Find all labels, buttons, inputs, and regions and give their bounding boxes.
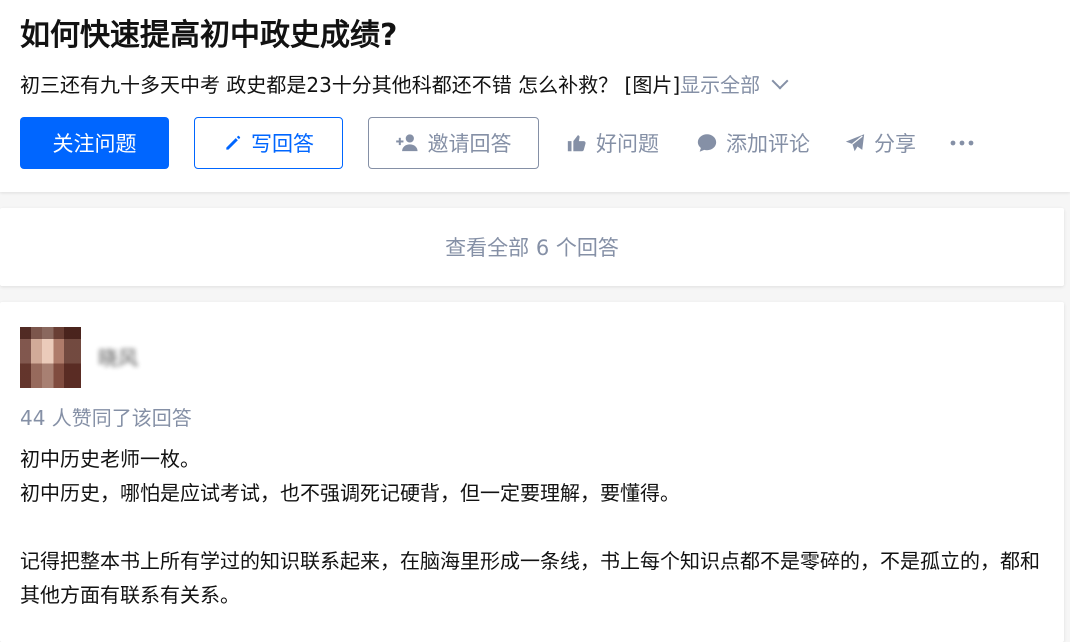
author-name[interactable]: 晓风 — [98, 342, 138, 371]
invite-answer-label: 邀请回答 — [427, 132, 512, 156]
share-label: 分享 — [874, 132, 916, 156]
add-user-icon — [395, 134, 418, 152]
more-dots — [950, 140, 974, 146]
answer-content: 初中历史老师一枚。 初中历史，哪怕是应试考试，也不强调死记硬背，但一定要理解，要… — [20, 442, 1050, 612]
answer-paragraph: 初中历史，哪怕是应试考试，也不强调死记硬背，但一定要理解，要懂得。 — [20, 481, 680, 505]
comment-bubble-icon — [697, 134, 717, 152]
avatar[interactable] — [20, 327, 81, 388]
share-button[interactable]: 分享 — [844, 117, 916, 169]
invite-answer-button[interactable]: 邀请回答 — [368, 117, 539, 169]
view-all-label: 查看全部 6 个回答 — [445, 236, 619, 260]
thumbs-up-icon — [567, 135, 586, 152]
write-answer-label: 写回答 — [251, 132, 314, 156]
question-detail: 初三还有九十多天中考 政史都是23十分其他科都还不错 怎么补救？ [图片]显示全… — [20, 69, 789, 101]
good-question-label: 好问题 — [596, 132, 659, 156]
show-all-link[interactable]: 显示全部 — [680, 73, 760, 97]
good-question-button[interactable]: 好问题 — [566, 117, 659, 169]
pencil-icon — [226, 135, 241, 150]
answer-card: 晓风 44 人赞同了该回答 初中历史老师一枚。 初中历史，哪怕是应试考试，也不强… — [0, 302, 1064, 642]
vote-count: 44 人赞同了该回答 — [20, 406, 192, 430]
question-title: 如何快速提高初中政史成绩? — [20, 18, 398, 53]
answer-paragraph: 初中历史老师一枚。 — [20, 447, 200, 471]
chevron-down-icon[interactable] — [771, 72, 789, 90]
follow-question-label: 关注问题 — [52, 132, 137, 156]
answer-paragraph: 记得把整本书上所有学过的知识联系起来，在脑海里形成一条线，书上每个知识点都不是零… — [20, 549, 1040, 607]
more-icon[interactable] — [950, 117, 982, 169]
write-answer-button[interactable]: 写回答 — [194, 117, 343, 169]
add-comment-button[interactable]: 添加评论 — [696, 117, 810, 169]
paper-plane-icon — [845, 134, 865, 152]
question-detail-text: 初三还有九十多天中考 政史都是23十分其他科都还不错 怎么补救？ [图片] — [20, 73, 681, 97]
view-all-answers-button[interactable]: 查看全部 6 个回答 — [0, 208, 1064, 286]
question-header: 如何快速提高初中政史成绩? 初三还有九十多天中考 政史都是23十分其他科都还不错… — [0, 0, 1070, 192]
add-comment-label: 添加评论 — [726, 132, 810, 156]
follow-question-button[interactable]: 关注问题 — [20, 117, 169, 169]
